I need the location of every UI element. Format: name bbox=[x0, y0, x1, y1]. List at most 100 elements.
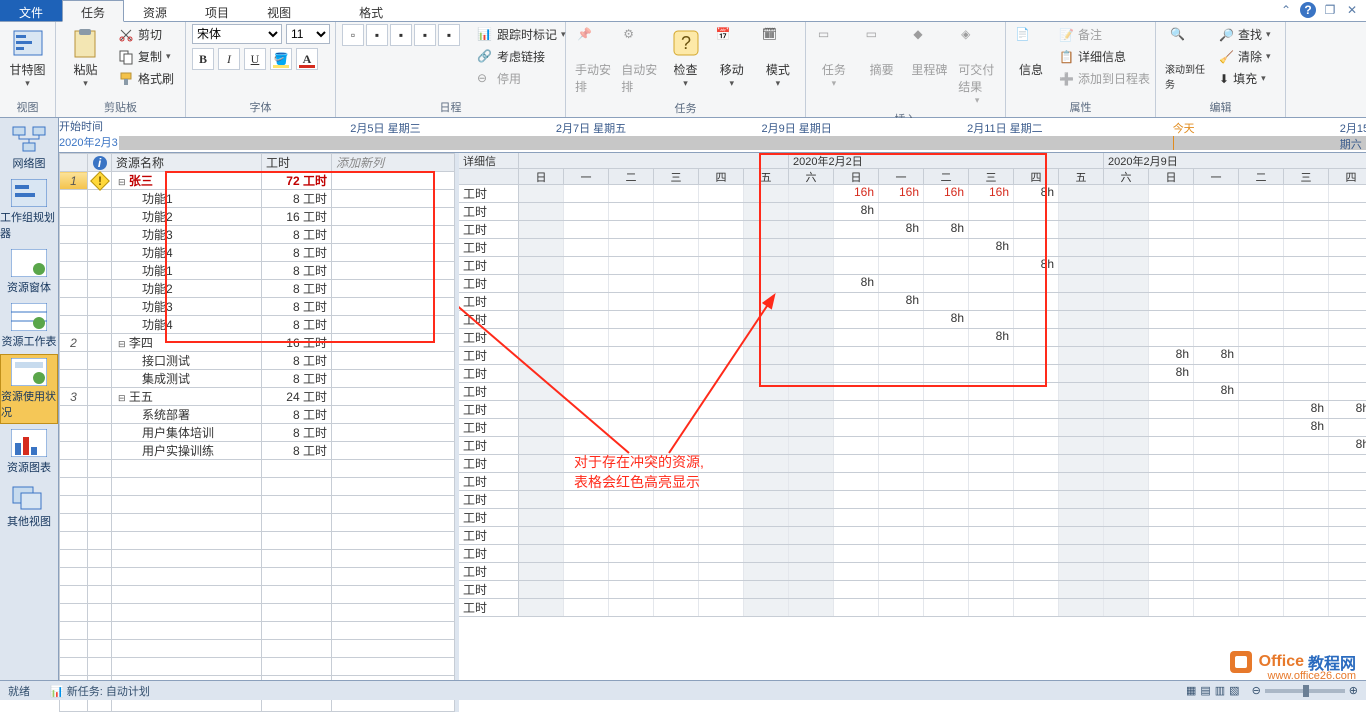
gantt-button[interactable]: 甘特图▾ bbox=[6, 24, 49, 92]
timephased-row[interactable]: 工时8h bbox=[459, 239, 1366, 257]
table-row[interactable]: 用户实操训练8 工时 bbox=[60, 442, 455, 460]
table-row[interactable]: 集成测试8 工时 bbox=[60, 370, 455, 388]
view-team-planner[interactable]: 工作组规划器 bbox=[0, 176, 58, 244]
view-shortcut-4[interactable]: ▧ bbox=[1229, 684, 1239, 697]
col-add-new[interactable]: 添加新列 bbox=[332, 154, 455, 172]
scroll-to-task-button[interactable]: 🔍滚动到任务 bbox=[1162, 24, 1210, 94]
view-shortcut-2[interactable]: ▤ bbox=[1200, 684, 1210, 697]
table-row[interactable]: 2⊟ 李四16 工时 bbox=[60, 334, 455, 352]
timephased-row[interactable]: 工时8h8h bbox=[459, 221, 1366, 239]
move-button[interactable]: 📅移动▾ bbox=[711, 24, 753, 92]
deactivate-button[interactable]: ⊖停用 bbox=[472, 68, 571, 89]
paste-button[interactable]: 粘贴▾ bbox=[62, 24, 109, 92]
timephased-row[interactable]: 工时 bbox=[459, 545, 1366, 563]
timephased-row[interactable]: 工时8h bbox=[459, 293, 1366, 311]
notes-button[interactable]: 📝备注 bbox=[1054, 24, 1155, 45]
right-timephased-pane[interactable]: 详细信2020年2月2日2020年2月9日 日一二三四五六日一二三四五六日一二三… bbox=[459, 153, 1366, 712]
table-row[interactable]: 用户集体培训8 工时 bbox=[60, 424, 455, 442]
table-row[interactable]: 功能28 工时 bbox=[60, 280, 455, 298]
zoom-slider[interactable] bbox=[1265, 689, 1345, 693]
view-shortcut-1[interactable]: ▦ bbox=[1186, 684, 1196, 697]
table-row[interactable]: 功能38 工时 bbox=[60, 226, 455, 244]
help-icon[interactable]: ? bbox=[1300, 2, 1316, 18]
information-button[interactable]: 📄信息 bbox=[1012, 24, 1050, 81]
table-row[interactable]: 1!⊟ 张三72 工时 bbox=[60, 172, 455, 190]
cut-button[interactable]: 剪切 bbox=[113, 24, 179, 45]
view-resource-form[interactable]: 资源窗体 bbox=[0, 246, 58, 298]
table-row[interactable]: 接口测试8 工时 bbox=[60, 352, 455, 370]
indent-75-button[interactable]: ▪ bbox=[414, 24, 436, 46]
zoom-out[interactable]: ⊖ bbox=[1252, 684, 1261, 697]
timephased-row[interactable]: 工时8h8h8h bbox=[459, 401, 1366, 419]
timephased-row[interactable]: 工时8h bbox=[459, 383, 1366, 401]
tab-task[interactable]: 任务 bbox=[62, 0, 124, 22]
font-name-select[interactable]: 宋体 bbox=[192, 24, 282, 44]
table-row[interactable]: 3⊟ 王五24 工时 bbox=[60, 388, 455, 406]
font-size-select[interactable]: 11 bbox=[286, 24, 330, 44]
table-row[interactable]: 功能18 工时 bbox=[60, 262, 455, 280]
indent-0-button[interactable]: ▫ bbox=[342, 24, 364, 46]
view-network[interactable]: 网络图 bbox=[0, 122, 58, 174]
table-row[interactable]: 功能216 工时 bbox=[60, 208, 455, 226]
resource-grid[interactable]: i 资源名称 工时 添加新列 1!⊟ 张三72 工时功能18 工时功能216 工… bbox=[59, 153, 455, 712]
zoom-in[interactable]: ⊕ bbox=[1349, 684, 1358, 697]
milestone-button[interactable]: ◆里程碑 bbox=[908, 24, 952, 81]
timephased-row[interactable]: 工时8h bbox=[459, 365, 1366, 383]
view-shortcut-3[interactable]: ▥ bbox=[1215, 684, 1225, 697]
summary-button[interactable]: ▭摘要 bbox=[860, 24, 904, 81]
format-painter-button[interactable]: 格式刷 bbox=[113, 68, 179, 89]
col-indicator[interactable]: i bbox=[88, 154, 112, 172]
timephased-row[interactable]: 工时 bbox=[459, 491, 1366, 509]
timephased-row[interactable]: 工时8h bbox=[459, 275, 1366, 293]
timeline[interactable]: 开始时间2020年2月3日 完成时间2020年2月14日 2月5日 星期三2月7… bbox=[59, 118, 1366, 153]
underline-button[interactable]: U bbox=[244, 48, 266, 70]
timephased-row[interactable]: 工时8h bbox=[459, 329, 1366, 347]
timephased-row[interactable]: 工时 bbox=[459, 581, 1366, 599]
find-button[interactable]: 🔎查找▾ bbox=[1214, 24, 1276, 45]
manual-schedule-button[interactable]: 📌手动安排 bbox=[572, 24, 614, 98]
add-timeline-button[interactable]: ➕添加到日程表 bbox=[1054, 68, 1155, 89]
table-row[interactable]: 系统部署8 工时 bbox=[60, 406, 455, 424]
auto-schedule-button[interactable]: ⚙自动安排 bbox=[618, 24, 660, 98]
timephased-row[interactable]: 工时8h bbox=[459, 419, 1366, 437]
view-other[interactable]: 其他视图 bbox=[0, 480, 58, 532]
table-row[interactable]: 功能48 工时 bbox=[60, 244, 455, 262]
timephased-row[interactable]: 工时8h bbox=[459, 311, 1366, 329]
italic-button[interactable]: I bbox=[218, 48, 240, 70]
restore-icon[interactable]: ❐ bbox=[1322, 2, 1338, 18]
fill-color-button[interactable]: 🪣 bbox=[270, 48, 292, 70]
indent-100-button[interactable]: ▪ bbox=[438, 24, 460, 46]
timephased-row[interactable]: 工时 bbox=[459, 563, 1366, 581]
insert-task-button[interactable]: ▭任务▾ bbox=[812, 24, 856, 92]
tab-file[interactable]: 文件 bbox=[0, 0, 62, 21]
timephased-row[interactable]: 工时 bbox=[459, 509, 1366, 527]
col-resource-name[interactable]: 资源名称 bbox=[112, 154, 262, 172]
tab-view[interactable]: 视图 bbox=[248, 0, 310, 21]
table-row[interactable]: 功能18 工时 bbox=[60, 190, 455, 208]
mode-button[interactable]: 🗓模式▾ bbox=[757, 24, 799, 92]
timephased-row[interactable]: 工时 bbox=[459, 599, 1366, 617]
fill-button[interactable]: ⬇填充▾ bbox=[1214, 68, 1276, 89]
timephased-row[interactable]: 工时16h16h16h16h8h bbox=[459, 185, 1366, 203]
close-icon[interactable]: ✕ bbox=[1344, 2, 1360, 18]
respect-links-button[interactable]: 🔗考虑链接 bbox=[472, 46, 571, 67]
ribbon-minimize-icon[interactable]: ⌃ bbox=[1278, 2, 1294, 18]
timephased-row[interactable]: 工时8h bbox=[459, 257, 1366, 275]
indent-50-button[interactable]: ▪ bbox=[390, 24, 412, 46]
col-work[interactable]: 工时 bbox=[262, 154, 332, 172]
copy-button[interactable]: 复制▾ bbox=[113, 46, 179, 67]
font-color-button[interactable]: A bbox=[296, 48, 318, 70]
timephased-row[interactable]: 工时 bbox=[459, 527, 1366, 545]
timephased-row[interactable]: 工时8h8h bbox=[459, 347, 1366, 365]
timephased-row[interactable]: 工时8h bbox=[459, 203, 1366, 221]
tab-project[interactable]: 项目 bbox=[186, 0, 248, 21]
view-resource-graph[interactable]: 资源图表 bbox=[0, 426, 58, 478]
deliverable-button[interactable]: ◈可交付结果▾ bbox=[955, 24, 999, 109]
indent-25-button[interactable]: ▪ bbox=[366, 24, 388, 46]
bold-button[interactable]: B bbox=[192, 48, 214, 70]
details-button[interactable]: 📋详细信息 bbox=[1054, 46, 1155, 67]
view-resource-usage[interactable]: 资源使用状况 bbox=[0, 354, 58, 424]
clear-button[interactable]: 🧹清除▾ bbox=[1214, 46, 1276, 67]
tab-format[interactable]: 格式 bbox=[340, 0, 402, 21]
inspect-button[interactable]: ?检查▾ bbox=[664, 24, 706, 92]
